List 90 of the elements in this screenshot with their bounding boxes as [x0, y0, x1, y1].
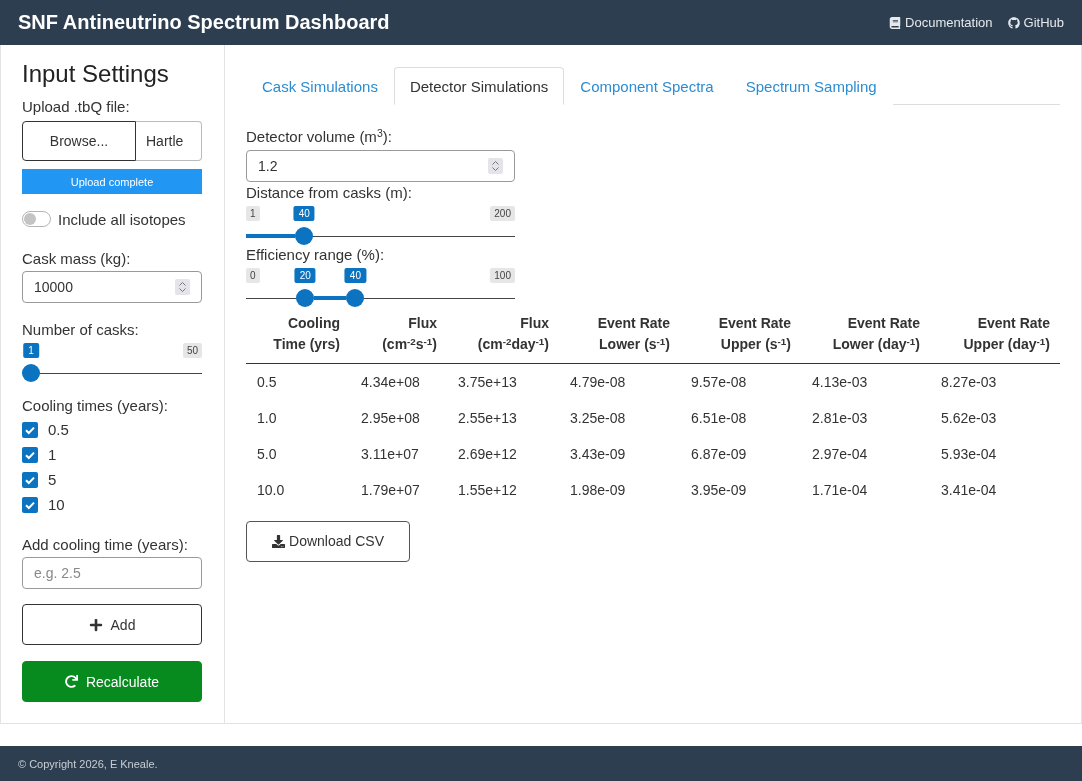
app-title: SNF Antineutrino Spectrum Dashboard — [18, 11, 390, 34]
number-input[interactable]: 1.2 — [246, 150, 515, 182]
slider-max-label: 100 — [490, 268, 515, 283]
progress-fill: Upload complete — [22, 169, 202, 194]
tab[interactable]: Detector Simulations — [393, 67, 565, 105]
nav-link[interactable]: Documentation — [889, 15, 993, 30]
checkbox[interactable] — [22, 496, 38, 513]
table-cell-text: 6.51e-08 — [690, 408, 748, 428]
field-label: Upload .tbQ file: — [22, 97, 131, 117]
table-cell-text: 3.25e-08 — [569, 408, 627, 428]
column-header: Event Rate Upper (s$^{-1}$) — [680, 313, 801, 364]
slider-min-label: 0 — [246, 268, 260, 283]
stepper-icon[interactable] — [488, 158, 503, 174]
table-cell-text: 2.55e+13 — [457, 408, 518, 428]
column-header: Event Rate Upper (day$^{-1}$) — [930, 313, 1060, 364]
field-label: Efficiency range (%): — [246, 245, 385, 265]
browse-button[interactable]: Browse... — [22, 121, 136, 161]
slider-value-label: 1 — [23, 343, 39, 358]
slider-thumb[interactable] — [22, 364, 40, 382]
table-cell: 9.57e-08 — [680, 363, 801, 400]
checkbox-label: 10 — [48, 496, 65, 513]
table-cell-text: 2.69e+12 — [457, 444, 518, 464]
field-label: Cooling times (years): — [22, 396, 169, 416]
table-cell-text: 3.11e+07 — [360, 444, 420, 464]
panel-title: Input Settings — [22, 60, 170, 88]
table-cell-text: 3.41e-04 — [940, 480, 998, 500]
slider-min-label: 1 — [246, 206, 260, 221]
table-cell-text: 2.81e-03 — [811, 408, 869, 428]
table-cell-text: 2.97e-04 — [811, 444, 869, 464]
download-button[interactable]: Download CSV — [246, 520, 410, 562]
checkbox[interactable] — [22, 446, 38, 463]
table-cell: 4.13e-03 — [801, 363, 930, 400]
refresh-icon — [64, 675, 78, 688]
column-header: Event Rate Lower (day$^{-1}$) — [801, 313, 930, 364]
table-cell: 4.34e+08 — [350, 363, 447, 400]
checkbox[interactable] — [22, 471, 38, 488]
table-cell: 0.5 — [246, 363, 350, 400]
table-cell-text: 5.0 — [256, 444, 278, 464]
table-cell-text: 5.93e-04 — [940, 444, 998, 464]
field-label: Add cooling time (years): — [22, 535, 189, 555]
slider-value-label: 40 — [344, 268, 366, 283]
checkbox-label: 5 — [48, 471, 57, 488]
table-cell-text: 6.87e-09 — [690, 444, 748, 464]
field-label: Cask mass (kg): — [22, 249, 132, 269]
table-cell-text: 10.0 — [256, 480, 286, 500]
table-cell: 4.79e-08 — [559, 363, 680, 400]
slider-value-label: 20 — [294, 268, 316, 283]
table-cell-text: 2.95e+08 — [360, 408, 421, 428]
column-header: Event Rate Lower (s$^{-1}$) — [559, 313, 680, 364]
table-cell-text: 3.95e-09 — [690, 480, 748, 500]
number-input[interactable]: 10000 — [22, 271, 202, 303]
table-cell-text: 1.55e+12 — [457, 480, 518, 500]
slider-thumb[interactable] — [295, 227, 314, 245]
slider-thumb[interactable] — [296, 289, 315, 307]
download-icon — [272, 534, 286, 548]
field-label: Distance from casks (m): — [246, 183, 412, 203]
book-icon — [889, 16, 902, 29]
stepper-icon[interactable] — [175, 279, 190, 295]
column-header: Cooling Time (yrs) — [246, 313, 350, 364]
text-input[interactable]: e.g. 2.5 — [22, 557, 202, 589]
table-cell: 8.27e-03 — [930, 363, 1060, 400]
table-cell-text: 1.98e-09 — [569, 480, 627, 500]
slider-fill — [314, 296, 347, 300]
table-cell-text: 1.0 — [256, 408, 278, 428]
checkbox-label: 1 — [48, 446, 57, 463]
field-label: Number of casks: — [22, 320, 140, 340]
recalculate-button[interactable]: Recalculate — [22, 661, 202, 702]
table-cell-text: 1.71e-04 — [811, 480, 869, 500]
slider-value-label: 40 — [293, 206, 315, 221]
file-name-field[interactable]: Hartle — [136, 121, 202, 161]
table-cell-text: 5.62e-03 — [940, 408, 998, 428]
slider-thumb[interactable] — [346, 289, 365, 307]
checkbox[interactable] — [22, 421, 38, 438]
table-cell: 3.75e+13 — [447, 363, 559, 400]
slider-max-label: 200 — [490, 206, 515, 221]
toggle-label: Include all isotopes — [58, 210, 186, 228]
table-cell-text: 3.43e-09 — [569, 444, 627, 464]
add-button[interactable]: Add — [22, 604, 202, 645]
nav-link[interactable]: GitHub — [1007, 15, 1064, 30]
toggle-switch[interactable] — [22, 211, 51, 227]
table-cell-text: 1.79e+07 — [360, 480, 421, 500]
slider-fill — [246, 234, 296, 238]
slider-max-label: 50 — [182, 343, 202, 358]
plus-icon — [88, 617, 103, 632]
column-header: Flux (cm$^{-2}$s$^{-1}$) — [350, 313, 447, 364]
field-label: Detector volume (m$^{3}$): — [246, 127, 392, 147]
column-header: Flux (cm$^{-2}$day$^{-1}$) — [447, 313, 559, 364]
copyright-text: © Copyright 2026, E Kneale. — [18, 757, 158, 770]
checkbox-label: 0.5 — [48, 421, 69, 438]
github-icon — [1007, 16, 1020, 29]
